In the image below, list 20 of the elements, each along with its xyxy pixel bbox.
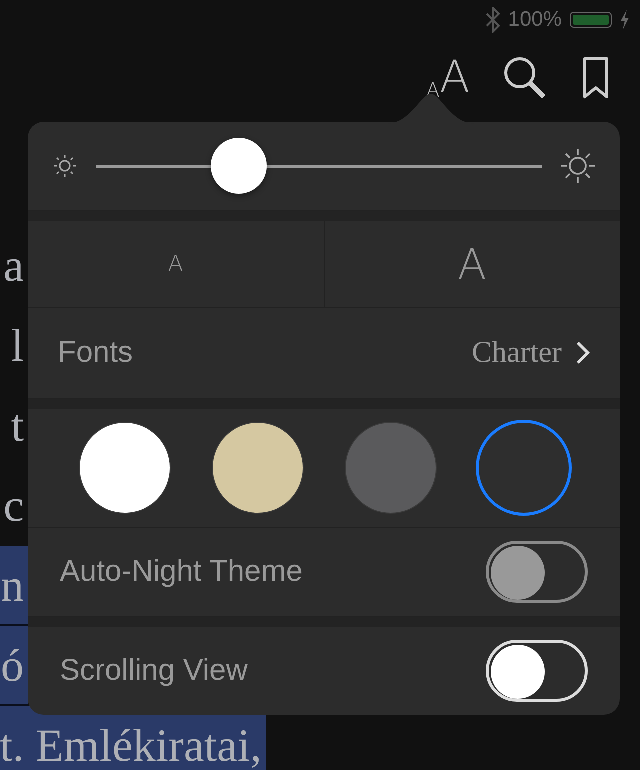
increase-font-button[interactable]: A xyxy=(324,221,620,307)
bookmark-icon[interactable] xyxy=(582,57,610,99)
fonts-label: Fonts xyxy=(58,336,134,370)
theme-swatch[interactable] xyxy=(478,423,568,513)
book-text-line: l xyxy=(10,319,25,373)
decrease-font-button[interactable]: A xyxy=(28,221,324,307)
brightness-high-icon xyxy=(560,148,596,184)
search-icon[interactable] xyxy=(504,57,548,99)
brightness-low-icon xyxy=(52,153,78,179)
toggle-label: Auto-Night Theme xyxy=(60,555,303,589)
book-text-line: c xyxy=(2,479,25,533)
bluetooth-icon xyxy=(486,7,500,33)
font-selector[interactable]: Charter xyxy=(472,336,590,370)
charging-bolt-icon xyxy=(620,10,630,30)
toggle-label: Scrolling View xyxy=(60,654,248,688)
battery-icon xyxy=(570,12,612,28)
chevron-icon xyxy=(576,341,590,365)
book-text-line: a xyxy=(2,239,25,293)
battery-percentage: 100% xyxy=(508,8,562,32)
book-text-line: t xyxy=(10,399,25,453)
